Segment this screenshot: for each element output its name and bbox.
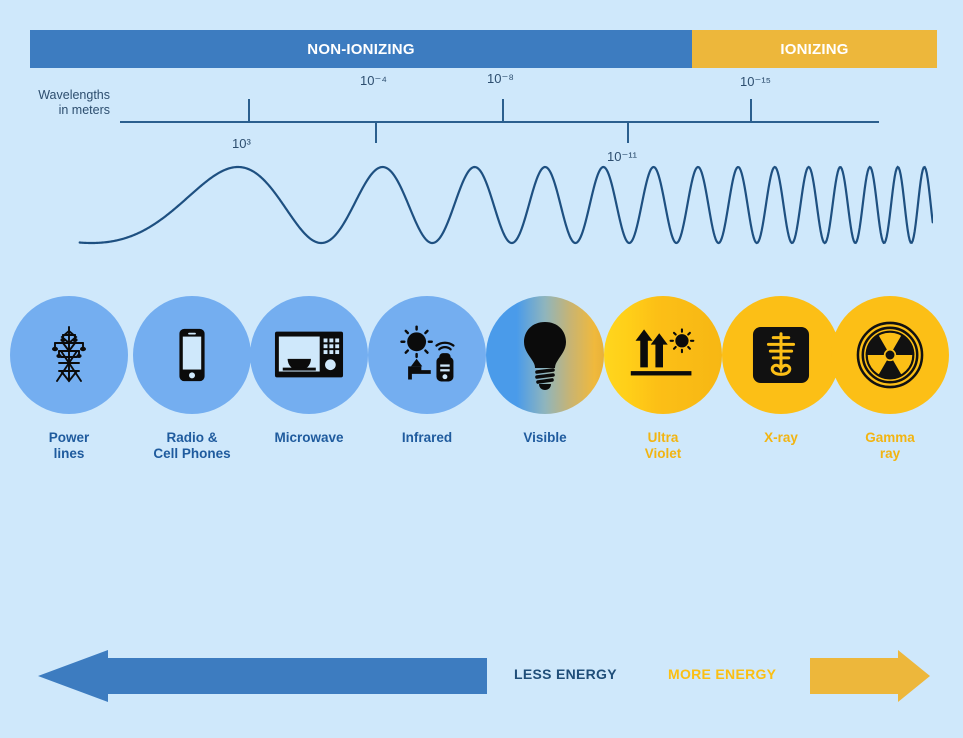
band-non-ionizing: NON-IONIZING	[30, 30, 692, 68]
spectrum-label-line1-7: Gamma	[865, 430, 915, 445]
radiation-trefoil-icon	[856, 321, 924, 389]
spectrum-circle-2[interactable]	[250, 296, 368, 414]
spectrum-item-microwave[interactable]: Microwave	[249, 296, 369, 446]
axis-tick-label-4: 10⁻¹⁵	[740, 74, 772, 89]
spectrum-circle-6[interactable]	[722, 296, 840, 414]
axis-tick-label-1: 10⁻⁴	[360, 73, 387, 88]
spectrum-circle-1[interactable]	[133, 296, 251, 414]
spectrum-label-line2-0: lines	[53, 446, 85, 461]
smartphone-icon	[161, 324, 223, 386]
energy-scale-row: LESS ENERGY MORE ENERGY	[0, 650, 963, 710]
sun-heat-remote-icon	[393, 324, 461, 386]
less-energy-arrow	[38, 650, 487, 702]
spectrum-label-line1-1: Radio &	[166, 430, 218, 445]
light-bulb-icon	[521, 320, 569, 390]
axis-tick-1	[375, 121, 377, 143]
spectrum-label-line2-1: Cell Phones	[153, 446, 231, 461]
spectrum-label-line2-7: ray	[879, 446, 901, 461]
spectrum-circle-4[interactable]	[486, 296, 604, 414]
spectrum-label-5: Ultra Violet	[603, 430, 723, 462]
spectrum-label-line1-4: Visible	[523, 430, 567, 445]
spectrum-label-line1-5: Ultra	[647, 430, 679, 445]
spectrum-circle-3[interactable]	[368, 296, 486, 414]
microwave-oven-icon	[274, 329, 344, 381]
spectrum-label-line2-5: Violet	[644, 446, 682, 461]
spectrum-label-4: Visible	[485, 430, 605, 446]
xray-chest-icon	[752, 326, 810, 384]
axis-caption-line2: in meters	[58, 103, 110, 117]
spectrum-circle-5[interactable]	[604, 296, 722, 414]
spectrum-item-radio-cell-phones[interactable]: Radio & Cell Phones	[132, 296, 252, 462]
axis-tick-2	[502, 99, 504, 122]
spectrum-label-line1-3: Infrared	[401, 430, 453, 445]
spectrum-label-0: Power lines	[9, 430, 129, 462]
spectrum-label-line1-2: Microwave	[274, 430, 344, 445]
wavelength-axis-line	[120, 121, 879, 123]
axis-tick-4	[750, 99, 752, 122]
axis-caption-line1: Wavelengths	[38, 88, 110, 102]
band-non-ionizing-label: NON-IONIZING	[307, 40, 415, 58]
spectrum-label-line1-6: X-ray	[764, 430, 798, 445]
spectrum-circle-7[interactable]	[831, 296, 949, 414]
spectrum-label-line1-0: Power	[48, 430, 90, 445]
uv-sun-rays-icon	[627, 325, 699, 385]
spectrum-label-7: Gamma ray	[830, 430, 950, 462]
more-energy-label: MORE ENERGY	[668, 666, 777, 682]
axis-tick-3	[627, 121, 629, 143]
more-energy-arrow	[810, 650, 930, 702]
band-ionizing-label: IONIZING	[780, 40, 849, 58]
spectrum-label-2: Microwave	[249, 430, 369, 446]
spectrum-item-power-lines[interactable]: Power lines	[9, 296, 129, 462]
band-ionizing: IONIZING	[692, 30, 937, 68]
spectrum-label-6: X-ray	[721, 430, 841, 446]
axis-tick-label-0: 10³	[232, 136, 251, 151]
spectrum-circle-0[interactable]	[10, 296, 128, 414]
spectrum-label-1: Radio & Cell Phones	[132, 430, 252, 462]
electromagnetic-wave-graphic	[78, 165, 933, 245]
spectrum-item-x-ray[interactable]: X-ray	[721, 296, 841, 446]
wavelength-axis-caption: Wavelengths in meters	[6, 88, 110, 118]
axis-tick-0	[248, 99, 250, 122]
spectrum-item-visible[interactable]: Visible	[485, 296, 605, 446]
power-transmission-tower-icon	[37, 323, 101, 387]
axis-tick-label-2: 10⁻⁸	[487, 71, 514, 86]
spectrum-item-infrared[interactable]: Infrared	[367, 296, 487, 446]
spectrum-item-ultra-violet[interactable]: Ultra Violet	[603, 296, 723, 462]
less-energy-label: LESS ENERGY	[514, 666, 617, 682]
electromagnetic-spectrum-diagram: NON-IONIZING IONIZING Wavelengths in met…	[0, 0, 963, 738]
spectrum-label-3: Infrared	[367, 430, 487, 446]
spectrum-item-gamma-ray[interactable]: Gamma ray	[830, 296, 950, 462]
